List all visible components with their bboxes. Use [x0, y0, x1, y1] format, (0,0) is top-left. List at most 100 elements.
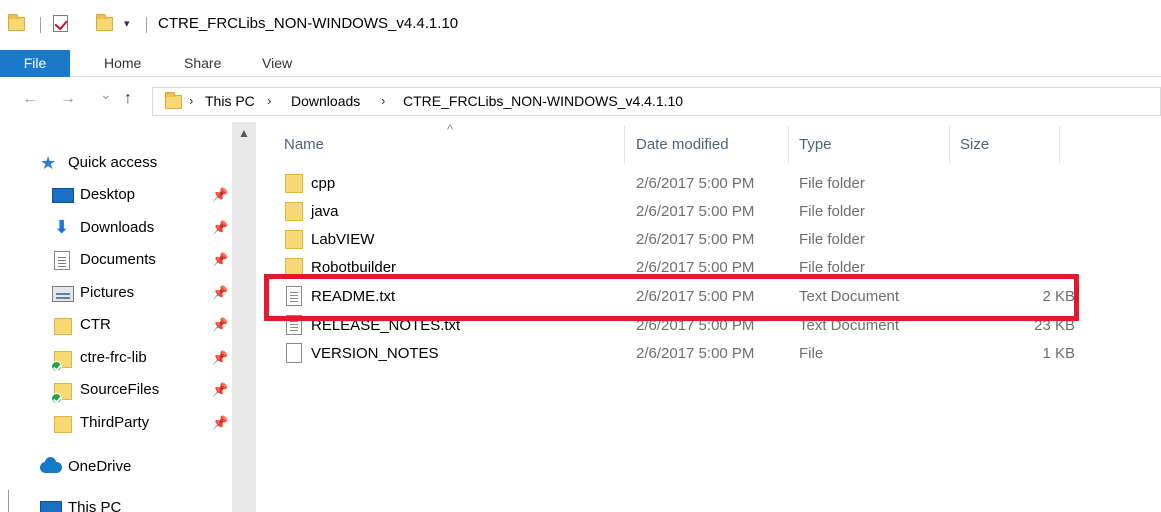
file-date-modified: 2/6/2017 5:00 PM — [636, 345, 755, 362]
file-name: cpp — [311, 175, 336, 192]
file-size: 1 KB — [1042, 345, 1075, 362]
nav-item-thirdparty[interactable]: ThirdParty 📌 — [52, 412, 252, 436]
column-separator[interactable] — [788, 126, 789, 164]
pin-icon[interactable]: 📌 — [212, 382, 228, 398]
this-pc-icon — [40, 501, 62, 512]
nav-item-label: This PC — [68, 499, 122, 512]
nav-item-sourcefiles[interactable]: SourceFiles 📌 — [51, 379, 252, 404]
star-icon: ★ — [40, 153, 57, 173]
nav-item-label: ThirdParty — [80, 414, 150, 431]
pin-icon[interactable]: 📌 — [212, 285, 228, 301]
tab-home[interactable]: Home — [104, 50, 141, 77]
folder-icon — [285, 174, 303, 193]
folder-icon — [165, 92, 182, 109]
column-header-name[interactable]: Name — [284, 136, 324, 153]
nav-item-label: CTR — [80, 316, 111, 333]
file-name: LabVIEW — [311, 231, 375, 248]
address-row: ← → ⌄ ↑ › This PC › Downloads › CTRE_FRC… — [0, 78, 1161, 122]
file-type: File folder — [799, 259, 865, 276]
file-type: File folder — [799, 231, 865, 248]
pin-icon[interactable]: 📌 — [212, 187, 228, 203]
new-folder-icon[interactable] — [96, 14, 113, 31]
folder-icon — [285, 258, 303, 277]
window-title: CTRE_FRCLibs_NON-WINDOWS_v4.4.1.10 — [158, 15, 459, 32]
file-type: File folder — [799, 175, 865, 192]
column-header-date-modified[interactable]: Date modified — [636, 136, 729, 153]
back-button[interactable]: ← — [22, 90, 38, 108]
tab-file[interactable]: File — [0, 50, 70, 77]
nav-item-label: SourceFiles — [80, 381, 160, 398]
tab-share[interactable]: Share — [184, 50, 221, 77]
column-separator[interactable] — [1059, 126, 1060, 164]
file-date-modified: 2/6/2017 5:00 PM — [636, 288, 755, 305]
nav-item-pictures[interactable]: Pictures 📌 — [52, 282, 252, 306]
nav-pane-scrollbar[interactable] — [232, 122, 256, 512]
file-name: Robotbuilder — [311, 259, 397, 276]
recent-locations-button[interactable]: ⌄ — [100, 86, 112, 103]
pin-icon[interactable]: 📌 — [212, 415, 228, 431]
sync-status-icon — [51, 361, 62, 372]
file-row-readme[interactable]: README.txt 2/6/2017 5:00 PM Text Documen… — [281, 283, 1091, 311]
file-date-modified: 2/6/2017 5:00 PM — [636, 317, 755, 334]
nav-item-quick-access[interactable]: ★ Quick access — [40, 152, 240, 176]
breadcrumb-this-pc[interactable]: This PC — [205, 93, 255, 109]
forward-button[interactable]: → — [60, 90, 76, 108]
column-separator[interactable] — [949, 126, 950, 164]
nav-item-label: ctre-frc-lib — [80, 349, 147, 366]
properties-check-icon[interactable] — [53, 15, 68, 32]
nav-item-label: Desktop — [80, 186, 136, 203]
nav-item-onedrive[interactable]: OneDrive — [40, 456, 240, 480]
file-row-release-notes[interactable]: RELEASE_NOTES.txt 2/6/2017 5:00 PM Text … — [281, 312, 1091, 340]
pictures-icon — [52, 286, 74, 302]
address-bar[interactable]: › This PC › Downloads › CTRE_FRCLibs_NON… — [152, 87, 1161, 116]
file-row-java[interactable]: java 2/6/2017 5:00 PM File folder — [281, 198, 1091, 226]
breadcrumb-current-folder[interactable]: CTRE_FRCLibs_NON-WINDOWS_v4.4.1.10 — [403, 93, 683, 109]
nav-item-desktop[interactable]: Desktop 📌 — [52, 184, 252, 208]
file-list: ^ Name Date modified Type Size cpp 2/6/2… — [256, 122, 1161, 512]
nav-item-label: Quick access — [68, 154, 158, 171]
scroll-up-icon[interactable]: ▲ — [238, 126, 250, 140]
folder-icon[interactable] — [8, 14, 25, 31]
nav-item-this-pc[interactable]: This PC — [40, 497, 240, 512]
pin-icon[interactable]: 📌 — [212, 350, 228, 366]
up-button[interactable]: ↑ — [124, 90, 132, 108]
qat-dropdown-icon[interactable]: ▾ — [124, 17, 130, 30]
file-date-modified: 2/6/2017 5:00 PM — [636, 231, 755, 248]
synced-folder-icon — [51, 383, 72, 404]
file-name: README.txt — [311, 288, 396, 305]
title-bar: ▾ CTRE_FRCLibs_NON-WINDOWS_v4.4.1.10 — [0, 0, 1161, 50]
folder-icon — [54, 318, 72, 335]
file-size: 23 KB — [1034, 317, 1075, 334]
column-header-size[interactable]: Size — [960, 136, 989, 153]
pin-icon[interactable]: 📌 — [212, 252, 228, 268]
blank-file-icon — [286, 343, 302, 363]
file-row-labview[interactable]: LabVIEW 2/6/2017 5:00 PM File folder — [281, 226, 1091, 254]
breadcrumb-chevron-icon[interactable]: › — [267, 93, 271, 108]
file-date-modified: 2/6/2017 5:00 PM — [636, 203, 755, 220]
pin-icon[interactable]: 📌 — [212, 220, 228, 236]
file-name: VERSION_NOTES — [311, 345, 439, 362]
onedrive-cloud-icon — [40, 457, 62, 473]
nav-item-label: Pictures — [80, 284, 135, 301]
breadcrumb-downloads[interactable]: Downloads — [291, 93, 360, 109]
folder-icon — [285, 230, 303, 249]
desktop-icon — [52, 188, 74, 203]
column-header-type[interactable]: Type — [799, 136, 832, 153]
nav-item-ctr[interactable]: CTR 📌 — [52, 314, 252, 338]
sort-ascending-icon: ^ — [447, 122, 454, 137]
tab-view[interactable]: View — [262, 50, 292, 77]
nav-item-documents[interactable]: Documents 📌 — [52, 249, 252, 273]
file-row-version-notes[interactable]: VERSION_NOTES 2/6/2017 5:00 PM File 1 KB — [281, 340, 1091, 368]
nav-item-ctre-frc-lib[interactable]: ctre-frc-lib 📌 — [51, 347, 252, 372]
file-type: Text Document — [799, 288, 900, 305]
file-row-cpp[interactable]: cpp 2/6/2017 5:00 PM File folder — [281, 170, 1091, 198]
column-separator[interactable] — [624, 126, 625, 164]
file-row-robotbuilder[interactable]: Robotbuilder 2/6/2017 5:00 PM File folde… — [281, 254, 1091, 282]
ribbon-tabs: File Home Share View — [0, 50, 1161, 77]
breadcrumb-chevron-icon[interactable]: › — [381, 93, 385, 108]
nav-item-label: Downloads — [80, 219, 155, 236]
nav-item-label: OneDrive — [68, 458, 132, 475]
breadcrumb-chevron-icon[interactable]: › — [189, 93, 193, 108]
pin-icon[interactable]: 📌 — [212, 317, 228, 333]
nav-item-downloads[interactable]: ⬇ Downloads 📌 — [52, 217, 252, 241]
